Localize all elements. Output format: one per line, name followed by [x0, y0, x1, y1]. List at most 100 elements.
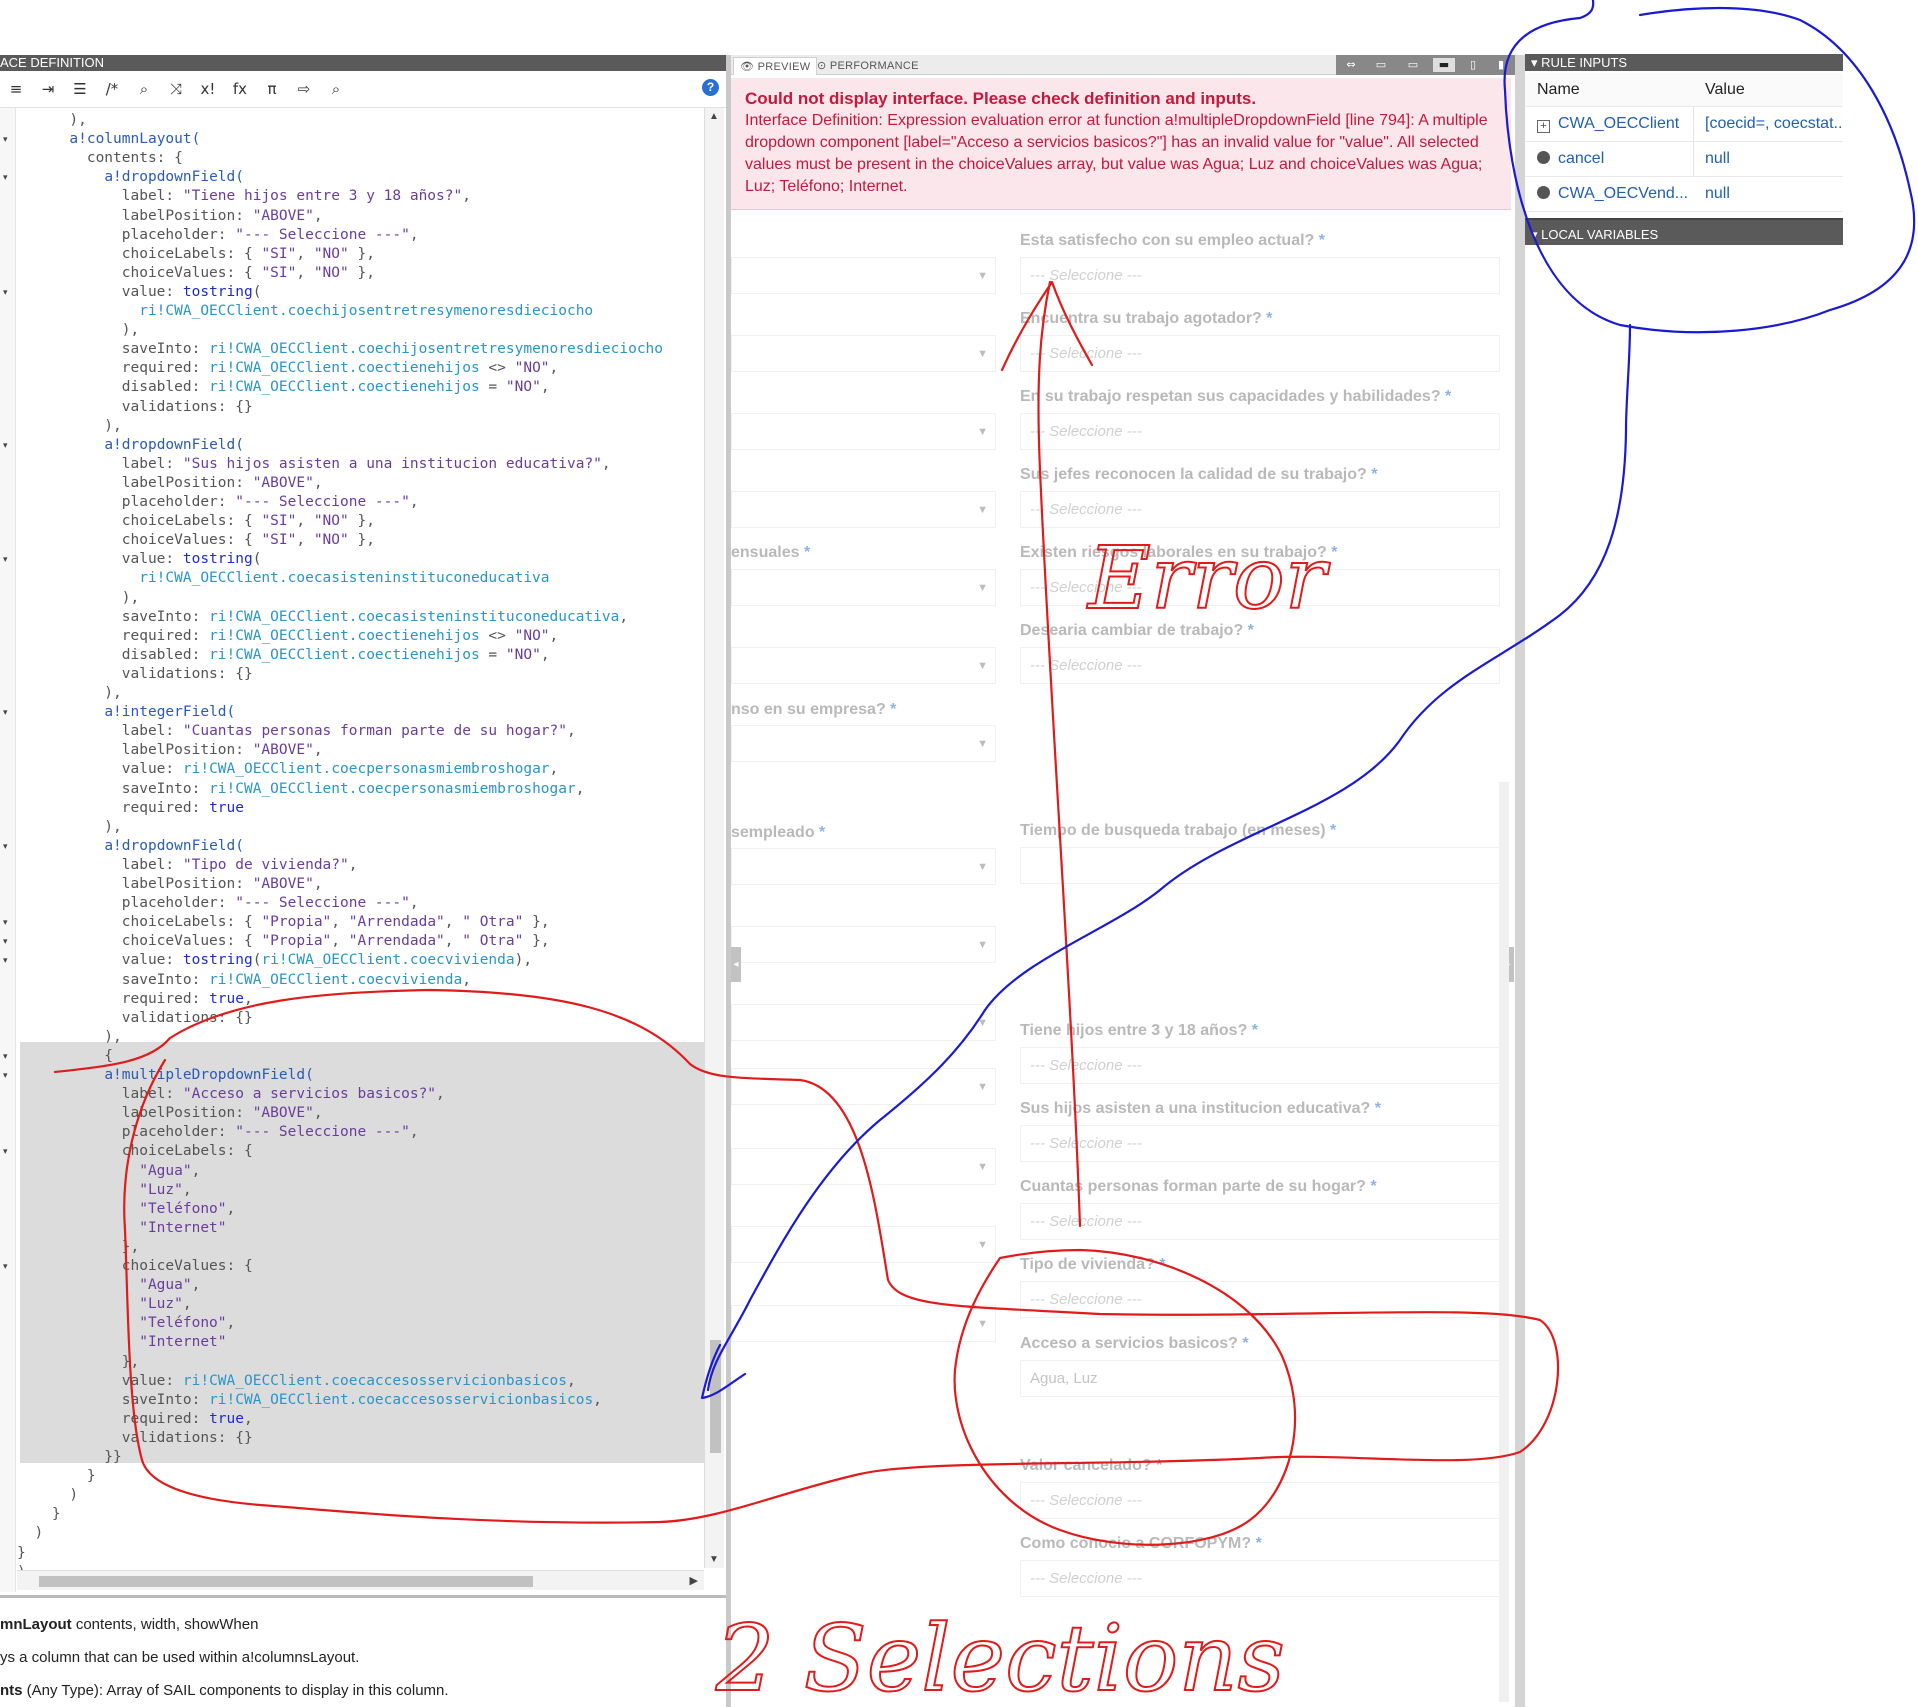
code-line[interactable]: choiceValues: {: [17, 1257, 253, 1276]
code-line[interactable]: "Teléfono",: [17, 1314, 235, 1333]
fold-toggle-icon[interactable]: ▾: [3, 173, 8, 183]
code-line[interactable]: validations: {}: [17, 665, 253, 684]
fold-toggle-icon[interactable]: ▾: [3, 135, 8, 145]
shuffle-icon[interactable]: ⤨: [162, 77, 190, 101]
dropdown-field[interactable]: --- Seleccione ---: [1020, 1203, 1500, 1240]
dropdown-field[interactable]: --- Seleccione ---: [1020, 1125, 1500, 1162]
fold-toggle-icon[interactable]: ▾: [3, 708, 8, 718]
code-line[interactable]: labelPosition: "ABOVE",: [17, 207, 323, 226]
code-line[interactable]: value: ri!CWA_OECClient.coecaccesosservi…: [17, 1372, 576, 1391]
code-line[interactable]: "Agua",: [17, 1276, 200, 1295]
code-line[interactable]: label: "Tiene hijos entre 3 y 18 años?",: [17, 187, 471, 206]
code-line[interactable]: required: true: [17, 799, 244, 818]
code-line[interactable]: validations: {}: [17, 1009, 253, 1028]
code-line[interactable]: label: "Cuantas personas forman parte de…: [17, 722, 576, 741]
code-line[interactable]: "Luz",: [17, 1181, 191, 1200]
fold-toggle-icon[interactable]: ▾: [3, 441, 8, 451]
dropdown-field[interactable]: --- Seleccione ---: [1020, 647, 1500, 684]
code-line[interactable]: ),: [17, 111, 86, 130]
code-line[interactable]: }: [17, 1544, 26, 1563]
scroll-down-icon[interactable]: ▼: [709, 1554, 719, 1565]
fold-toggle-icon[interactable]: ▾: [3, 1262, 8, 1272]
left-column-dropdown[interactable]: ▼: [731, 1305, 996, 1342]
code-line[interactable]: a!columnLayout(: [17, 130, 200, 149]
code-line[interactable]: ),: [17, 417, 121, 436]
code-line[interactable]: a!multipleDropdownField(: [17, 1066, 314, 1085]
fold-toggle-icon[interactable]: ▾: [3, 918, 8, 928]
dropdown-field[interactable]: --- Seleccione ---: [1020, 1560, 1500, 1597]
fold-toggle-icon[interactable]: ▾: [3, 1052, 8, 1062]
local-variables-header[interactable]: ▾ LOCAL VARIABLES: [1525, 218, 1843, 245]
code-line[interactable]: }: [17, 1505, 61, 1524]
code-line[interactable]: }}: [17, 1448, 121, 1467]
rule-input-name[interactable]: CWA_OECClient: [1558, 115, 1679, 132]
code-line[interactable]: required: ri!CWA_OECClient.coectienehijo…: [17, 627, 559, 646]
desktop-large-icon[interactable]: ▭: [1370, 58, 1392, 72]
fold-toggle-icon[interactable]: ▾: [3, 842, 8, 852]
code-line[interactable]: choiceLabels: { "SI", "NO" },: [17, 512, 375, 531]
left-column-dropdown[interactable]: ▼: [731, 1004, 996, 1041]
left-column-dropdown[interactable]: ▼: [731, 413, 996, 450]
fold-toggle-icon[interactable]: ▾: [3, 555, 8, 565]
code-line[interactable]: label: "Acceso a servicios basicos?",: [17, 1085, 445, 1104]
search-icon[interactable]: ⌕: [130, 77, 158, 101]
dropdown-field[interactable]: --- Seleccione ---: [1020, 569, 1500, 606]
code-line[interactable]: labelPosition: "ABOVE",: [17, 875, 323, 894]
inspect-icon[interactable]: ⌕: [322, 77, 350, 101]
monitor-icon[interactable]: ▬: [1433, 58, 1455, 72]
code-line[interactable]: ri!CWA_OECClient.coecasisteninstituconed…: [17, 569, 549, 588]
align-icon[interactable]: ≡: [2, 77, 30, 101]
fit-width-icon[interactable]: ⇔: [1340, 58, 1362, 72]
code-line[interactable]: choiceLabels: { "SI", "NO" },: [17, 245, 375, 264]
dropdown-field[interactable]: [1020, 847, 1500, 884]
dropdown-field[interactable]: --- Seleccione ---: [1020, 491, 1500, 528]
code-line[interactable]: ): [17, 1524, 43, 1543]
code-line[interactable]: "Agua",: [17, 1162, 200, 1181]
expand-icon[interactable]: +: [1537, 120, 1550, 133]
code-line[interactable]: placeholder: "--- Seleccione ---",: [17, 493, 419, 512]
editor-horizontal-scrollbar[interactable]: ▶: [17, 1570, 704, 1590]
code-line[interactable]: ri!CWA_OECClient.coechijosentretresymeno…: [17, 302, 593, 321]
code-line[interactable]: labelPosition: "ABOVE",: [17, 741, 323, 760]
code-line[interactable]: saveInto: ri!CWA_OECClient.coecaccesosse…: [17, 1391, 602, 1410]
code-line[interactable]: ),: [17, 1028, 121, 1047]
dropdown-field[interactable]: --- Seleccione ---: [1020, 1482, 1500, 1519]
code-line[interactable]: validations: {}: [17, 1429, 253, 1448]
code-line[interactable]: disabled: ri!CWA_OECClient.coectienehijo…: [17, 378, 550, 397]
code-line[interactable]: validations: {}: [17, 398, 253, 417]
h-scroll-thumb[interactable]: [39, 1576, 533, 1587]
code-line[interactable]: labelPosition: "ABOVE",: [17, 474, 323, 493]
rule-input-value[interactable]: [coecid=, coecstat...: [1705, 115, 1841, 133]
tab-preview[interactable]: 👁︎ PREVIEW: [733, 57, 818, 75]
code-editor[interactable]: ), a!columnLayout( contents: { a!dropdow…: [17, 108, 704, 1592]
code-line[interactable]: a!integerField(: [17, 703, 235, 722]
code-line[interactable]: saveInto: ri!CWA_OECClient.coecpersonasm…: [17, 780, 585, 799]
code-line[interactable]: saveInto: ri!CWA_OECClient.coecvivienda,: [17, 971, 471, 990]
fold-toggle-icon[interactable]: ▾: [3, 956, 8, 966]
function-icon[interactable]: fx: [226, 77, 254, 101]
left-column-dropdown[interactable]: ▼: [731, 1068, 996, 1105]
scroll-thumb[interactable]: [710, 1340, 721, 1453]
code-line[interactable]: label: "Sus hijos asisten a una instituc…: [17, 455, 611, 474]
code-line[interactable]: contents: {: [17, 149, 183, 168]
right-splitter[interactable]: [1515, 55, 1525, 1707]
code-line[interactable]: labelPosition: "ABOVE",: [17, 1104, 323, 1123]
code-line[interactable]: "Teléfono",: [17, 1200, 235, 1219]
export-icon[interactable]: ⇨: [290, 77, 318, 101]
rule-inputs-header[interactable]: ▾ RULE INPUTS: [1525, 54, 1843, 71]
code-line[interactable]: value: tostring(ri!CWA_OECClient.coecviv…: [17, 951, 532, 970]
code-line[interactable]: required: ri!CWA_OECClient.coectienehijo…: [17, 359, 559, 378]
pi-icon[interactable]: π: [258, 77, 286, 101]
code-line[interactable]: required: true,: [17, 990, 253, 1009]
code-line[interactable]: value: ri!CWA_OECClient.coecpersonasmiem…: [17, 760, 559, 779]
code-line[interactable]: choiceLabels: { "Propia", "Arrendada", "…: [17, 913, 550, 932]
help-icon[interactable]: ?: [702, 79, 719, 96]
scroll-up-icon[interactable]: ▲: [709, 111, 719, 122]
rule-input-value[interactable]: null: [1705, 185, 1841, 203]
outdent-icon[interactable]: ☰: [66, 77, 94, 101]
code-line[interactable]: placeholder: "--- Seleccione ---",: [17, 226, 419, 245]
code-line[interactable]: saveInto: ri!CWA_OECClient.coecasistenin…: [17, 608, 628, 627]
left-column-dropdown[interactable]: ▼: [731, 725, 996, 762]
code-line[interactable]: choiceLabels: {: [17, 1142, 253, 1161]
code-line[interactable]: required: true,: [17, 1410, 253, 1429]
